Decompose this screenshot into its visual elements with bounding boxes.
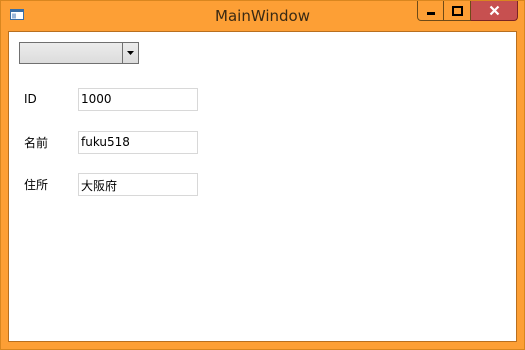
maximize-icon	[451, 5, 463, 16]
address-label: 住所	[24, 178, 49, 192]
id-label: ID	[24, 92, 37, 106]
chevron-down-icon	[127, 51, 134, 55]
title-bar[interactable]: MainWindow	[1, 1, 524, 31]
address-field[interactable]: 大阪府	[78, 173, 198, 196]
client-area: ID 1000 名前 fuku518 住所 大阪府	[8, 31, 517, 342]
id-field[interactable]: 1000	[78, 88, 198, 111]
name-field[interactable]: fuku518	[78, 131, 198, 154]
close-icon	[489, 5, 499, 16]
close-button[interactable]	[471, 1, 518, 21]
combobox-dropdown-button[interactable]	[122, 43, 138, 63]
minimize-button[interactable]	[417, 1, 444, 21]
maximize-button[interactable]	[444, 1, 471, 21]
caption-buttons	[417, 1, 518, 21]
selector-combobox[interactable]	[19, 42, 139, 64]
minimize-icon	[426, 11, 435, 15]
main-window: MainWindow ID 1000 名前 fuku518 住所 大阪府	[0, 0, 525, 350]
name-label: 名前	[24, 136, 49, 150]
